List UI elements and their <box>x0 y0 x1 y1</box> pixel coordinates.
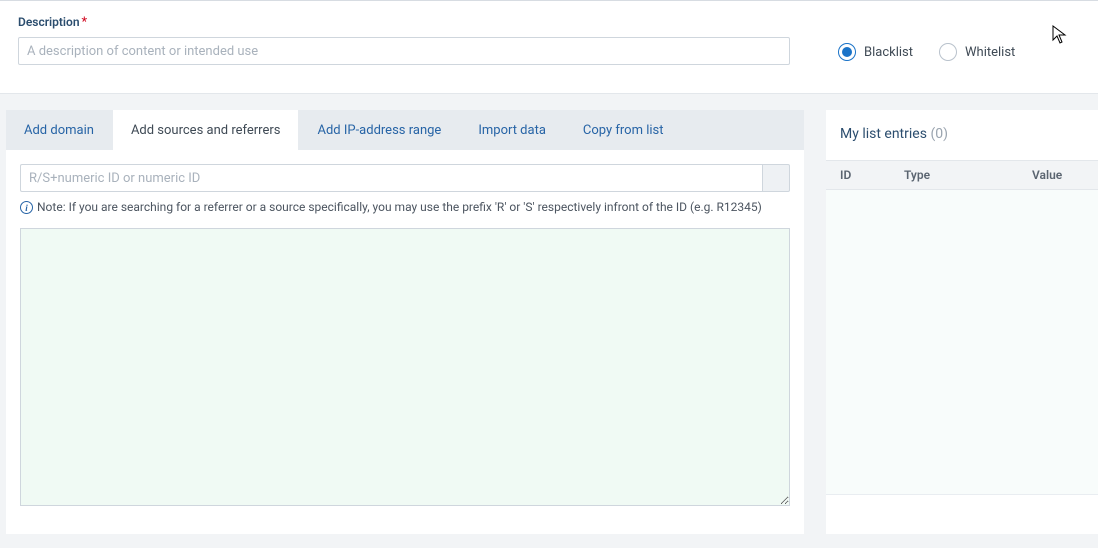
search-note: Note: If you are searching for a referre… <box>37 200 762 214</box>
entries-table-body <box>826 190 1098 494</box>
col-id: ID <box>826 168 904 182</box>
info-icon: i <box>20 201 33 214</box>
radio-icon <box>939 43 957 61</box>
results-textarea[interactable] <box>20 228 790 506</box>
tabs-bar: Add domain Add sources and referrers Add… <box>6 110 804 150</box>
list-type-radiogroup: Blacklist Whitelist <box>838 43 1015 61</box>
tab-add-sources[interactable]: Add sources and referrers <box>113 110 300 150</box>
tab-add-ip-range[interactable]: Add IP-address range <box>299 110 460 150</box>
description-input[interactable] <box>18 37 790 65</box>
tab-copy-from-list[interactable]: Copy from list <box>565 110 683 150</box>
tab-add-domain[interactable]: Add domain <box>6 110 113 150</box>
description-label: Description <box>18 15 80 29</box>
whitelist-radio[interactable]: Whitelist <box>939 43 1015 61</box>
cursor-icon <box>1052 25 1068 45</box>
entries-title: My list entries (0) <box>840 126 948 142</box>
source-search-input[interactable] <box>20 164 762 192</box>
blacklist-label: Blacklist <box>864 45 913 60</box>
col-type: Type <box>904 168 1032 182</box>
entries-table-header: ID Type Value <box>826 160 1098 190</box>
entries-footer <box>826 494 1098 534</box>
col-value: Value <box>1032 168 1098 182</box>
radio-icon <box>838 43 856 61</box>
blacklist-radio[interactable]: Blacklist <box>838 43 913 61</box>
required-asterisk: * <box>82 15 88 30</box>
source-search-button[interactable] <box>762 164 790 192</box>
whitelist-label: Whitelist <box>965 45 1015 60</box>
tab-import-data[interactable]: Import data <box>460 110 565 150</box>
